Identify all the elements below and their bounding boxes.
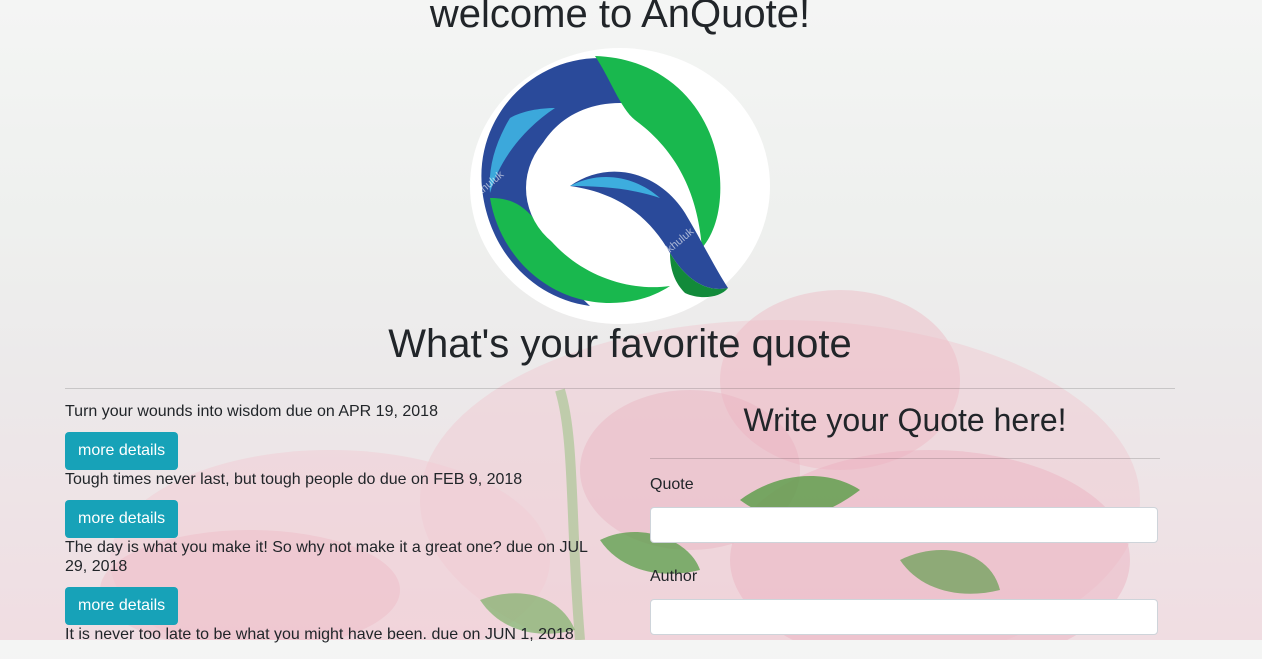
quote-text: It is never too late to be what you migh… bbox=[65, 626, 574, 643]
anquote-logo: khuluk khuluk bbox=[470, 48, 770, 324]
author-label: Author bbox=[650, 568, 698, 585]
list-item: Turn your wounds into wisdom due on APR … bbox=[65, 402, 605, 470]
form-title: Write your Quote here! bbox=[743, 402, 1067, 438]
page: welcome to AnQuote! khuluk khuluk What's… bbox=[0, 0, 1262, 643]
quote-text: Turn your wounds into wisdom due on APR … bbox=[65, 403, 438, 420]
quote-list: Turn your wounds into wisdom due on APR … bbox=[65, 402, 605, 655]
quote-text: The day is what you make it! So why not … bbox=[65, 539, 588, 575]
quote-text: Tough times never last, but tough people… bbox=[65, 471, 523, 488]
quote-label: Quote bbox=[650, 476, 694, 493]
list-item: It is never too late to be what you migh… bbox=[65, 625, 605, 644]
list-item: The day is what you make it! So why not … bbox=[65, 538, 605, 625]
divider bbox=[65, 388, 1175, 389]
more-details-button[interactable]: more details bbox=[65, 432, 179, 470]
more-details-button[interactable]: more details bbox=[65, 587, 179, 625]
quote-form: Write your Quote here! Quote Author bbox=[650, 400, 1160, 659]
divider bbox=[650, 458, 1160, 459]
quote-input[interactable] bbox=[650, 507, 1158, 543]
author-input[interactable] bbox=[650, 599, 1158, 635]
site-title: welcome to AnQuote! bbox=[429, 0, 811, 36]
page-subtitle: What's your favorite quote bbox=[388, 322, 852, 366]
list-item: Tough times never last, but tough people… bbox=[65, 470, 605, 538]
more-details-button[interactable]: more details bbox=[65, 500, 179, 538]
